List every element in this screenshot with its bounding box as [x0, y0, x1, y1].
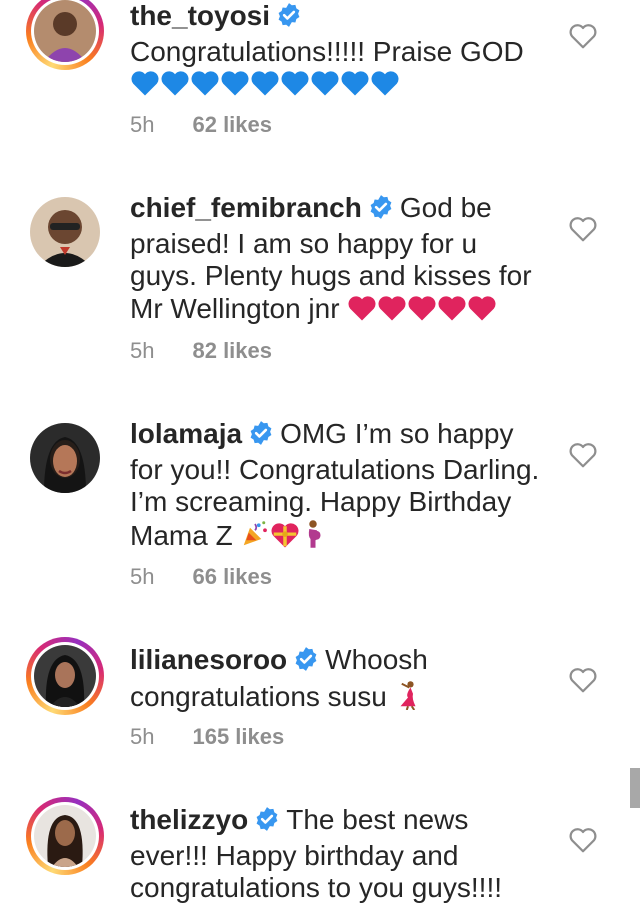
- heart-with-ribbon-icon: [270, 521, 300, 557]
- red-heart-icon: [347, 294, 377, 330]
- verified-badge-icon: [254, 806, 280, 840]
- comment-meta: 5h 66 likes: [130, 564, 272, 590]
- red-heart-icon: [377, 294, 407, 330]
- like-heart-icon[interactable]: [568, 22, 598, 50]
- blue-heart-icon: [130, 69, 160, 105]
- comment-username[interactable]: thelizzyo: [130, 804, 248, 835]
- blue-heart-icon: [220, 69, 250, 105]
- comment-likes[interactable]: 66 likes: [192, 564, 272, 589]
- comment-body: Congratulations!!!!! Praise GOD: [130, 35, 524, 67]
- emoji-group: [395, 680, 421, 712]
- emoji-group: [240, 519, 326, 551]
- red-heart-icon: [407, 294, 437, 330]
- pregnant-woman-icon: [300, 519, 326, 557]
- avatar-photo: [30, 197, 100, 267]
- like-heart-icon[interactable]: [568, 441, 598, 469]
- avatar[interactable]: [26, 797, 104, 875]
- avatar[interactable]: [26, 0, 104, 70]
- comment-time: 5h: [130, 724, 155, 749]
- party-popper-icon: [240, 519, 270, 557]
- comment-time: 5h: [130, 112, 155, 137]
- blue-heart-icon: [370, 69, 400, 105]
- comment-text: lilianesoroo Whoosh congratulations susu: [130, 644, 540, 717]
- avatar[interactable]: [26, 419, 104, 497]
- dancing-woman-icon: [395, 680, 421, 718]
- avatar-photo: [34, 805, 96, 867]
- comment-meta: 5h 62 likes: [130, 112, 272, 138]
- blue-heart-icon: [280, 69, 310, 105]
- blue-heart-icon: [310, 69, 340, 105]
- like-heart-icon[interactable]: [568, 666, 598, 694]
- verified-badge-icon: [293, 646, 319, 680]
- scrollbar-thumb[interactable]: [630, 768, 640, 808]
- like-heart-icon[interactable]: [568, 215, 598, 243]
- red-heart-icon: [467, 294, 497, 330]
- comment-likes[interactable]: 165 likes: [192, 724, 284, 749]
- comment-text: the_toyosi Congratulations!!!!! Praise GO…: [130, 0, 540, 105]
- emoji-group: [130, 68, 400, 99]
- comment-time: 5h: [130, 564, 155, 589]
- emoji-group: [347, 293, 497, 324]
- blue-heart-icon: [160, 69, 190, 105]
- comment-text: lolamaja OMG I’m so happy for you!! Congr…: [130, 418, 540, 556]
- comment-username[interactable]: the_toyosi: [130, 0, 270, 31]
- comment-username[interactable]: lilianesoroo: [130, 644, 287, 675]
- comment-meta: 5h 165 likes: [130, 724, 284, 750]
- like-heart-icon[interactable]: [568, 826, 598, 854]
- avatar-photo: [34, 0, 96, 62]
- comment-username[interactable]: chief_femibranch: [130, 192, 362, 223]
- avatar[interactable]: [26, 637, 104, 715]
- blue-heart-icon: [340, 69, 370, 105]
- comment-meta: 5h 82 likes: [130, 338, 272, 364]
- red-heart-icon: [437, 294, 467, 330]
- verified-badge-icon: [276, 2, 302, 36]
- comment-time: 5h: [130, 338, 155, 363]
- comment-likes[interactable]: 62 likes: [192, 112, 272, 137]
- comment-likes[interactable]: 82 likes: [192, 338, 272, 363]
- blue-heart-icon: [250, 69, 280, 105]
- avatar-photo: [30, 423, 100, 493]
- comment-text: chief_femibranch God be praised! I am so …: [130, 192, 540, 329]
- avatar[interactable]: [26, 193, 104, 271]
- verified-badge-icon: [248, 420, 274, 454]
- avatar-photo: [34, 645, 96, 707]
- blue-heart-icon: [190, 69, 220, 105]
- comment-text: thelizzyo The best news ever!!! Happy bir…: [130, 804, 540, 905]
- verified-badge-icon: [368, 194, 394, 228]
- comment-username[interactable]: lolamaja: [130, 418, 242, 449]
